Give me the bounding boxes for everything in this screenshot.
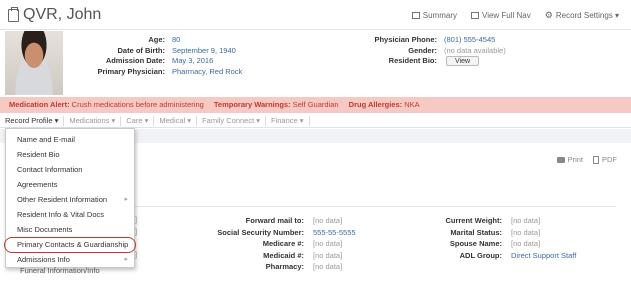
page-title: QVR, John	[8, 6, 101, 24]
resident-photo	[5, 31, 63, 95]
medication-alert-text: Crush medications before administering	[71, 100, 204, 109]
tab-family-connect[interactable]: Family Connect ▾	[197, 115, 267, 126]
hidden-value-edge: ]	[135, 227, 138, 236]
dob-label: Date of Birth:	[117, 45, 166, 55]
medicaid-value: [no data]	[313, 250, 343, 260]
menu-item-misc-documents[interactable]: Misc Documents	[6, 222, 134, 237]
menu-item-resident-bio[interactable]: Resident Bio	[6, 147, 134, 162]
spouse-name-label: Spouse Name:	[449, 239, 502, 248]
menu-item-name-email[interactable]: Name and E-mail	[6, 132, 134, 147]
record-header: QVR, John Summary View Full Nav ⚙ Record …	[0, 0, 631, 30]
temporary-warnings-text: Self Guardian	[292, 100, 339, 109]
forward-mail-label: Forward mail to:	[245, 216, 304, 225]
admission-label: Admission Date:	[105, 56, 165, 65]
header-links: Summary View Full Nav ⚙ Record Settings ▾	[411, 10, 619, 21]
record-profile-dropdown: Name and E-mail Resident Bio Contact Inf…	[4, 128, 136, 268]
printer-icon	[556, 156, 565, 163]
drug-allergies-label: Drug Allergies:	[348, 100, 403, 109]
current-weight-value: [no data]	[511, 216, 541, 225]
gear-icon: ⚙	[544, 10, 553, 20]
resident-info-left: Age: 80 Date of Birth: September 9, 1940 A…	[70, 35, 242, 77]
medicare-value: [no data]	[313, 239, 343, 248]
spouse-name-value: [no data]	[511, 239, 541, 248]
admission-value: May 3, 2016	[172, 56, 214, 65]
summary-icon	[411, 12, 420, 19]
temporary-warnings-label: Temporary Warnings:	[213, 100, 291, 109]
nav-icon	[471, 12, 479, 19]
gender-label: Gender:	[408, 45, 437, 55]
age-value: 80	[172, 35, 181, 44]
gender-value: (no data available)	[444, 45, 506, 55]
menu-item-resident-info-vital-docs[interactable]: Resident Info & Vital Docs	[6, 207, 134, 222]
submenu-arrow-icon: ▸	[124, 256, 128, 263]
drug-allergies-text: NKA	[404, 100, 420, 109]
menu-item-admissions-info[interactable]: Admissions Info ▸	[6, 252, 134, 267]
hidden-value-edge: ]	[135, 215, 138, 224]
record-tabs: Record Profile ▾ Medications ▾ Care ▾ Me…	[0, 114, 631, 128]
forward-mail-value: [no data]	[313, 216, 343, 225]
export-bar: Print PDF	[556, 155, 617, 164]
marital-status-value: [no data]	[511, 227, 541, 237]
pdf-button[interactable]: PDF	[593, 155, 617, 164]
menu-item-contact-information[interactable]: Contact Information	[6, 162, 134, 177]
resident-name: QVR, John	[23, 6, 102, 23]
marital-status-label: Marital Status:	[450, 227, 502, 237]
record-settings-link[interactable]: ⚙ Record Settings ▾	[545, 10, 619, 21]
submenu-arrow-icon: ▸	[124, 196, 128, 203]
view-bio-button[interactable]: View	[446, 56, 480, 66]
medicare-label: Medicare #:	[262, 239, 304, 248]
details-middle-column: Forward mail to: [no data] Social Securit…	[212, 215, 356, 273]
tab-record-profile[interactable]: Record Profile ▾	[0, 115, 65, 126]
adl-group-label: ADL Group:	[459, 250, 502, 260]
physician-label: Primary Physician:	[97, 66, 165, 76]
pharmacy-value: [no data]	[313, 262, 343, 271]
hidden-value-edge: ]	[135, 250, 138, 259]
print-button[interactable]: Print	[556, 155, 583, 164]
adl-group-value: Direct Support Staff	[511, 250, 577, 260]
physician-value: Pharmacy, Red Rock	[172, 66, 243, 76]
ssn-label: Social Security Number:	[217, 227, 304, 237]
clipboard-icon	[8, 6, 19, 22]
menu-item-primary-contacts-guardianship[interactable]: Primary Contacts & Guardianship	[4, 237, 136, 253]
current-weight-label: Current Weight:	[445, 216, 502, 225]
ssn-value: 555-55-5555	[313, 227, 356, 237]
dob-value: September 9, 1940	[172, 45, 236, 55]
menu-item-funeral-information-partial[interactable]: Funeral Information/Info	[20, 266, 100, 275]
view-full-nav-link[interactable]: View Full Nav	[471, 10, 531, 21]
section-divider	[135, 206, 616, 207]
pharmacy-label: Pharmacy:	[265, 262, 304, 271]
menu-item-other-resident-information[interactable]: Other Resident Information ▸	[6, 192, 134, 207]
age-label: Age:	[148, 35, 165, 44]
menu-item-agreements[interactable]: Agreements	[6, 177, 134, 192]
tab-medical[interactable]: Medical ▾	[154, 115, 198, 126]
tab-finance[interactable]: Finance ▾	[266, 115, 310, 126]
tab-medications[interactable]: Medications ▾	[64, 115, 122, 126]
summary-link[interactable]: Summary	[411, 10, 457, 21]
details-right-column: Current Weight: [no data] Marital Status:…	[420, 215, 576, 261]
bio-label: Resident Bio:	[388, 56, 437, 65]
tab-care[interactable]: Care ▾	[121, 115, 155, 126]
medicaid-label: Medicaid #:	[263, 250, 304, 260]
phone-value: (801) 555-4545	[444, 35, 496, 44]
medication-alert-label: Medication Alert:	[9, 100, 70, 109]
phone-label: Physician Phone:	[374, 35, 437, 44]
pdf-icon	[593, 155, 599, 164]
alert-bar: Medication Alert: Crush medications befo…	[0, 97, 631, 113]
resident-info-right: Physician Phone: (801) 555-4545 Gender: (n…	[360, 35, 506, 67]
